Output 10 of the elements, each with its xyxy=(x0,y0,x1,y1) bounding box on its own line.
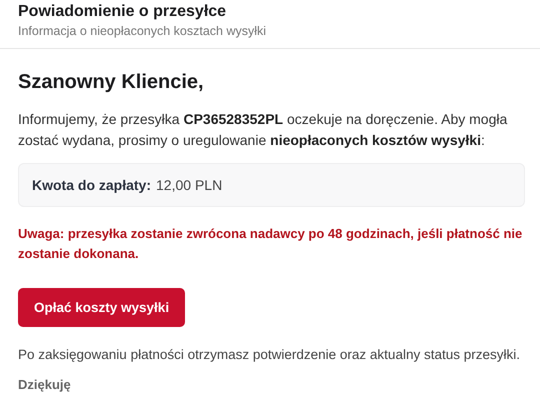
email-subtitle: Informacja o nieopłaconych kosztach wysyłki xyxy=(18,24,268,38)
email-title: Powiadomienie o przesyłce xyxy=(18,3,228,21)
intro-paragraph: Informujemy, że przesyłka CP36528352PL oczekuje na doręczenie. Aby mogła zostać wydana, prosimy o uregulowanie nieopłaconych kosztów wysyłki: xyxy=(18,110,508,150)
greeting-heading: Szanowny Kliencie, xyxy=(18,71,204,94)
amount-value: 12,00 PLN xyxy=(156,177,222,193)
closing-text: Dziękuję xyxy=(18,377,71,392)
pay-button[interactable]: Opłać koszty wysyłki xyxy=(18,288,186,327)
amount-label: Kwota do zapłaty: xyxy=(32,177,152,193)
confirmation-note: Po zaksięgowaniu płatności otrzymasz potwierdzenie oraz aktualny status przesyłki. xyxy=(18,347,520,362)
warning-text: Uwaga: przesyłka zostanie zwrócona nadawcy po 48 godzinach, jeśli płatność nie zostanie dokonana. xyxy=(18,225,524,263)
